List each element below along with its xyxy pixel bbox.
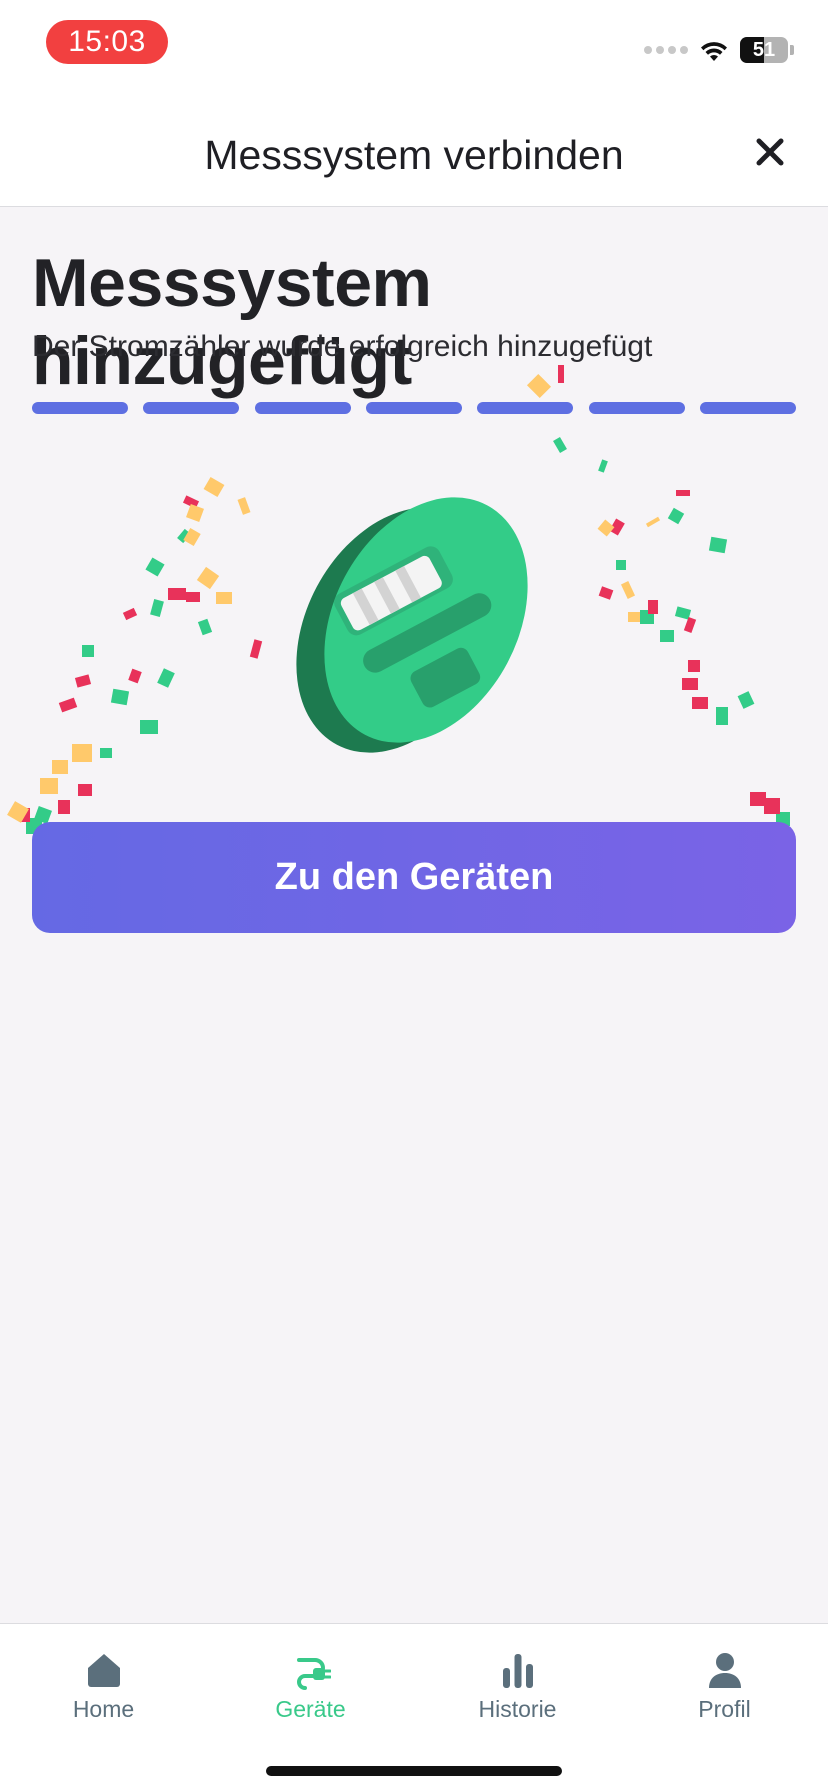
home-indicator[interactable] bbox=[266, 1766, 562, 1776]
tab-label: Geräte bbox=[275, 1696, 346, 1722]
electricity-meter-icon bbox=[296, 497, 528, 753]
close-button[interactable] bbox=[750, 132, 790, 172]
status-indicators: 51 bbox=[644, 34, 794, 66]
battery-tip bbox=[790, 45, 794, 55]
home-icon bbox=[87, 1654, 120, 1687]
status-time: 15:03 bbox=[46, 20, 168, 64]
tab-label: Historie bbox=[478, 1696, 557, 1722]
person-icon bbox=[708, 1653, 741, 1688]
page-subtitle: Der Stromzähler wurde erfolgreich hinzug… bbox=[32, 330, 653, 363]
bar-chart-icon bbox=[502, 1654, 533, 1688]
go-to-devices-button[interactable]: Zu den Geräten bbox=[32, 822, 796, 933]
tab-geraete[interactable]: Geräte bbox=[207, 1636, 414, 1736]
plug-icon bbox=[296, 1658, 331, 1690]
battery-level: 51 bbox=[752, 39, 776, 61]
status-bar: 15:03 51 bbox=[0, 0, 828, 96]
wifi-icon bbox=[701, 42, 727, 61]
nav-header: Messsystem verbinden bbox=[0, 96, 828, 207]
tab-home[interactable]: Home bbox=[0, 1636, 207, 1736]
header-title: Messsystem verbinden bbox=[204, 132, 624, 178]
cellular-signal-icon bbox=[644, 46, 688, 54]
tab-label: Profil bbox=[698, 1696, 751, 1722]
battery-icon: 51 bbox=[740, 37, 788, 63]
tab-profil[interactable]: Profil bbox=[621, 1636, 828, 1736]
close-icon bbox=[756, 138, 784, 166]
tab-historie[interactable]: Historie bbox=[414, 1636, 621, 1736]
tab-label: Home bbox=[72, 1696, 135, 1722]
